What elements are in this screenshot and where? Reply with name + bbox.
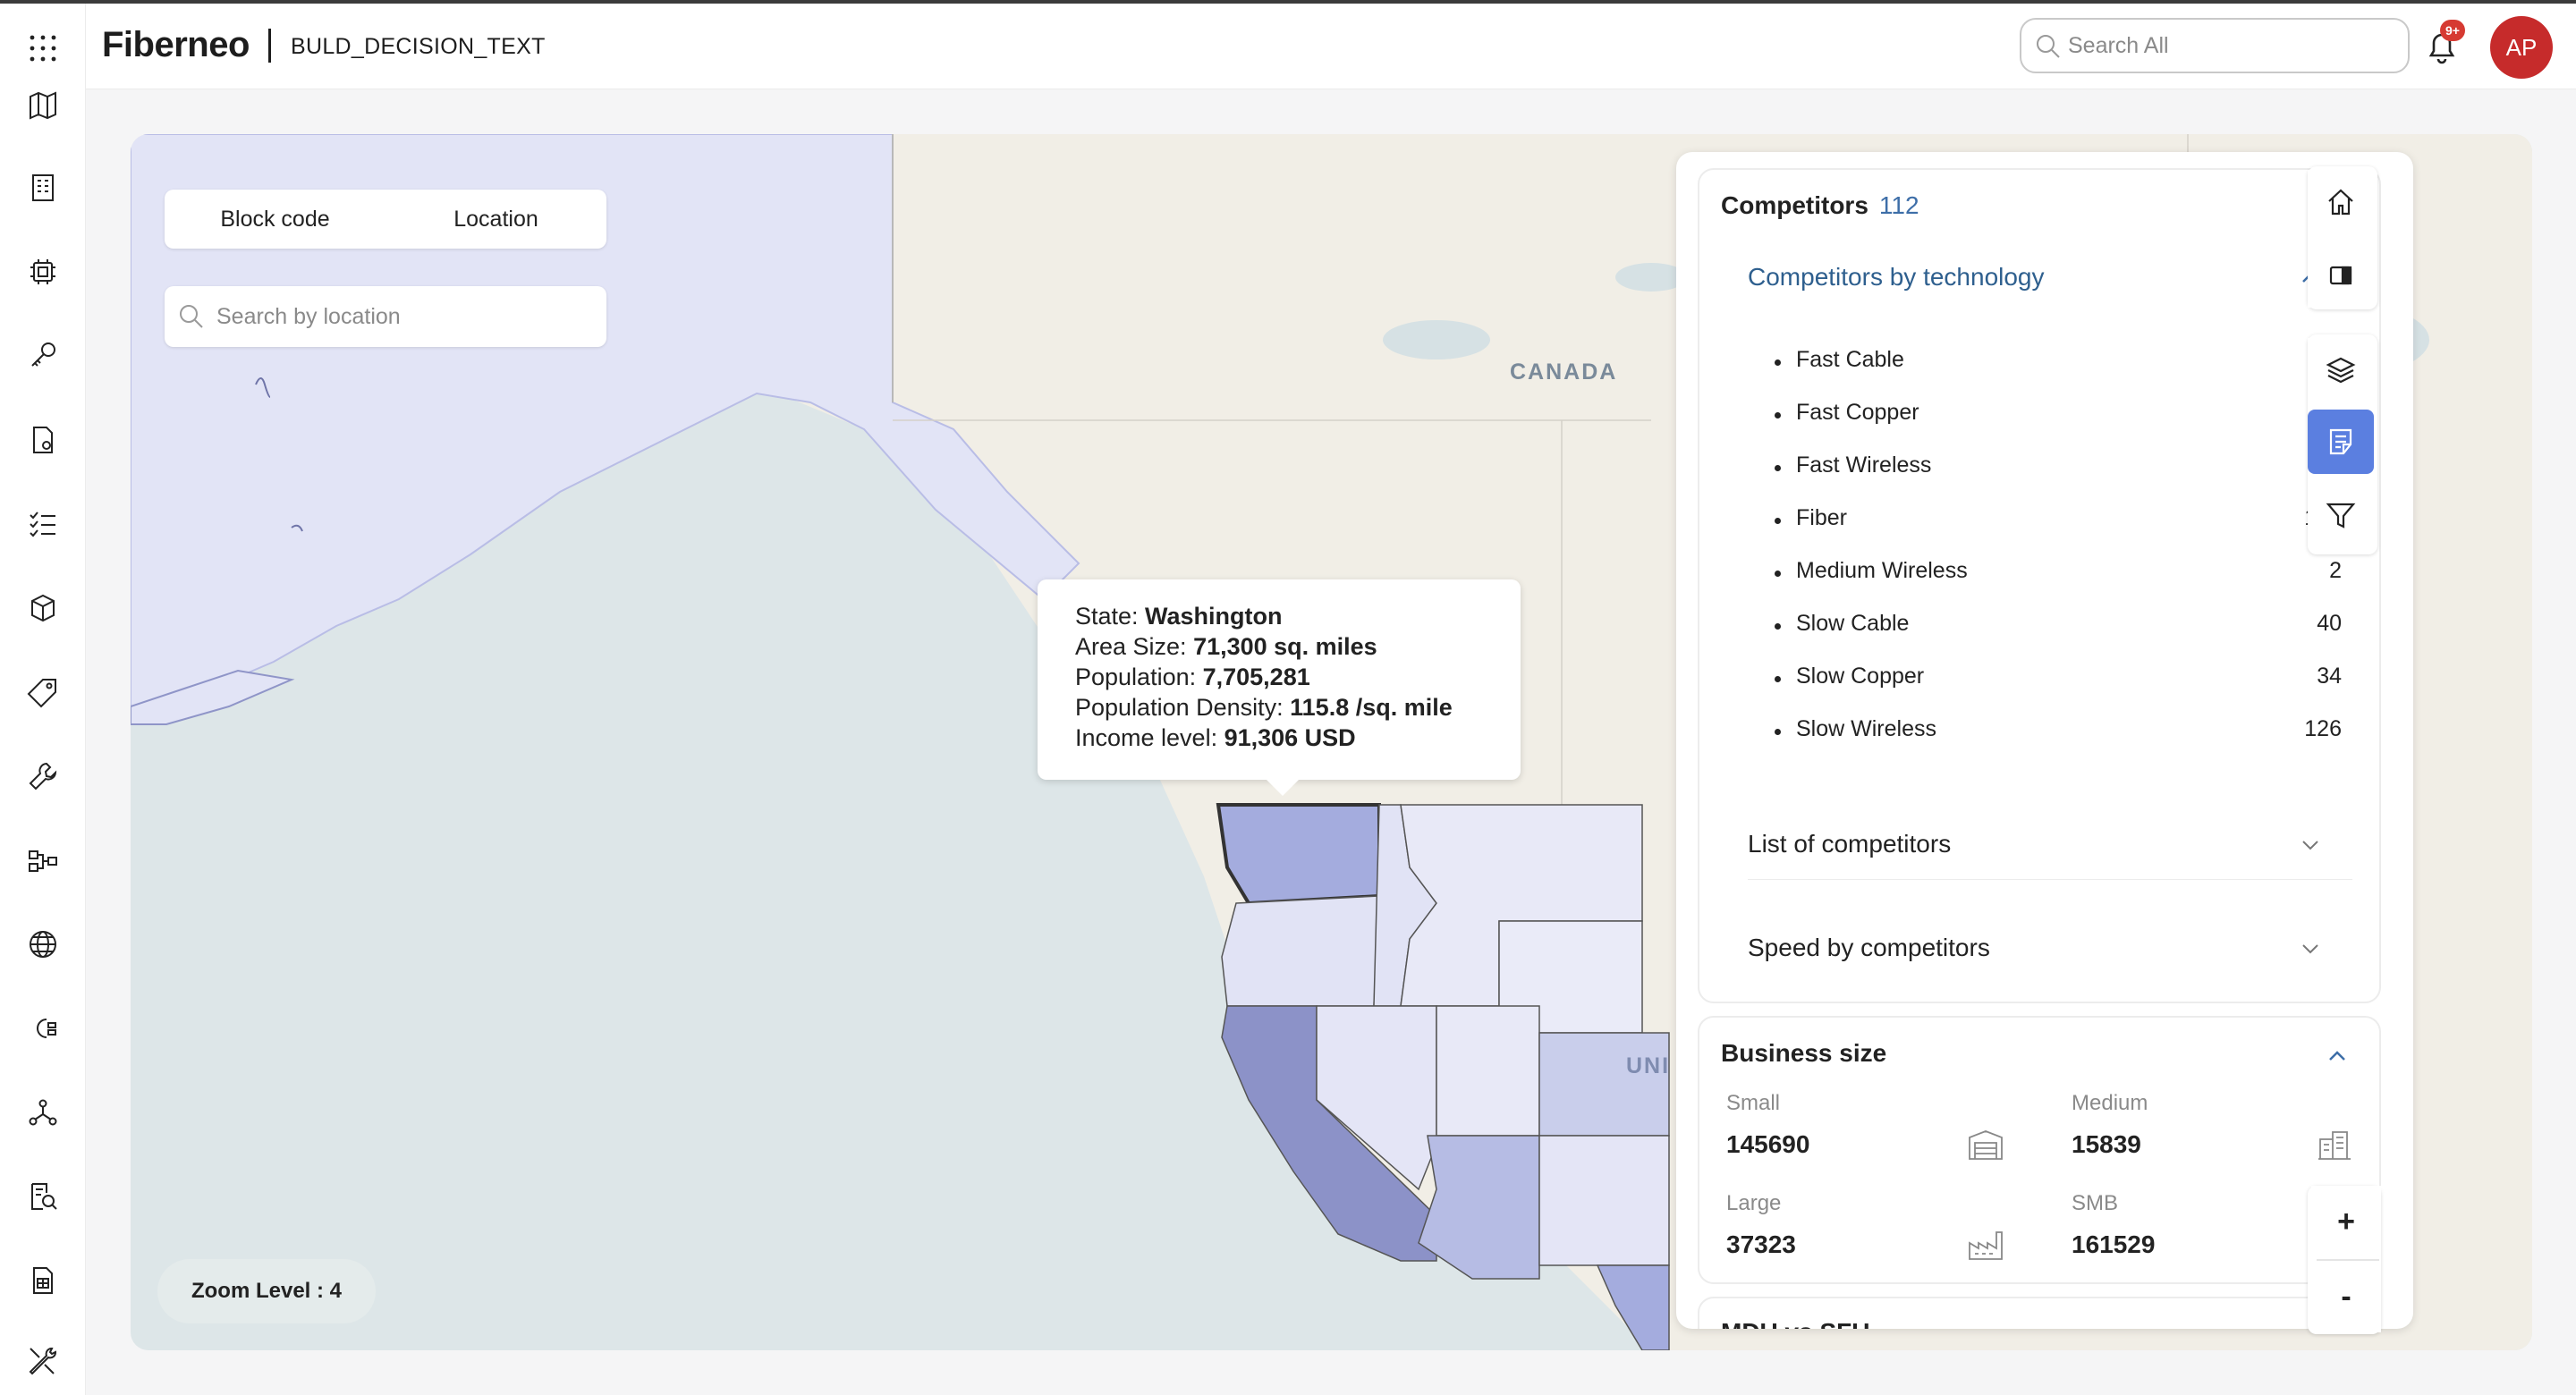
chip-icon[interactable] <box>21 250 64 293</box>
home-icon <box>2328 189 2353 216</box>
list-item: Fiber162 <box>1775 505 2342 541</box>
tooltip-density: Population Density: 115.8 /sq. mile <box>1075 694 1453 721</box>
tooltip-state: State: Washington <box>1075 603 1283 630</box>
list-item: Fast Wireless2 <box>1775 452 2342 488</box>
mdu-vs-sfu-card: MDU vs SFU <box>1698 1297 2381 1329</box>
list-item: Slow Copper 34 <box>1775 664 2342 699</box>
business-size-title[interactable]: Business size <box>1721 1039 1886 1068</box>
report-icon <box>2329 428 2352 455</box>
search-icon <box>2037 35 2060 58</box>
app-brand[interactable]: Fiberneo <box>102 25 250 65</box>
chevron-down-icon[interactable] <box>2299 833 2322 857</box>
key-icon[interactable] <box>21 334 64 377</box>
map-canvas[interactable]: Block code Location Search by location C… <box>131 134 2532 1350</box>
tag-icon[interactable] <box>21 671 64 714</box>
insights-panel: Competitors 112 Competitors by technology… <box>1676 152 2413 1329</box>
search-icon <box>180 305 203 328</box>
business-size-card: Business size Small 145690 Medium 15839 … <box>1698 1016 2381 1284</box>
map-label-united: UNI <box>1626 1053 1671 1078</box>
competitors-count: 112 <box>1878 191 1919 219</box>
global-search-input[interactable]: Search All <box>2020 18 2410 73</box>
location-search-input[interactable]: Search by location <box>165 286 606 347</box>
integration-icon[interactable] <box>21 1007 64 1050</box>
global-search-placeholder: Search All <box>2068 32 2169 58</box>
brand-separator <box>268 29 271 63</box>
competitors-card: Competitors 112 Competitors by technology… <box>1698 168 2381 1003</box>
map-icon[interactable] <box>21 84 64 127</box>
globe-icon[interactable] <box>21 923 64 966</box>
list-item: Slow Wireless 126 <box>1775 716 2342 752</box>
top-header: Fiberneo BULD_DECISION_TEXT Search All 9… <box>86 4 2576 89</box>
sidebar <box>0 4 86 1395</box>
user-avatar[interactable]: AP <box>2490 16 2553 79</box>
list-of-competitors-accordion[interactable]: List of competitors <box>1748 808 2352 880</box>
speed-by-competitors-accordion[interactable]: Speed by competitors <box>1748 912 2352 984</box>
tooltip-area: Area Size: 71,300 sq. miles <box>1075 633 1377 660</box>
report-button[interactable] <box>2308 410 2374 474</box>
buildings-icon <box>2317 1129 2352 1161</box>
building-icon[interactable] <box>21 166 64 209</box>
competitors-title[interactable]: Competitors 112 <box>1721 191 1919 220</box>
tools-icon[interactable] <box>21 1340 64 1382</box>
business-medium-label: Medium <box>2072 1091 2148 1115</box>
chevron-up-icon[interactable] <box>2326 1044 2349 1068</box>
search-mode-tabs: Block code Location <box>165 190 606 249</box>
list-item: Fast Copper12 <box>1775 400 2342 435</box>
business-small-value: 145690 <box>1726 1130 1810 1158</box>
panel-toggle-button[interactable] <box>2308 243 2374 308</box>
inventory-icon[interactable] <box>21 587 64 630</box>
chevron-down-icon[interactable] <box>2299 937 2322 960</box>
warehouse-icon <box>1968 1129 2004 1161</box>
tab-location[interactable]: Location <box>386 190 606 249</box>
network-icon[interactable] <box>21 1091 64 1134</box>
filter-icon <box>2326 503 2356 528</box>
notification-badge: 9+ <box>2440 20 2465 41</box>
list-item: Medium Wireless 2 <box>1775 558 2342 594</box>
competitors-by-technology-title[interactable]: Competitors by technology <box>1748 263 2045 292</box>
apps-grid-icon[interactable] <box>21 27 64 70</box>
document-settings-icon[interactable] <box>21 418 64 461</box>
tooltip-population: Population: 7,705,281 <box>1075 664 1310 690</box>
tab-block-code[interactable]: Block code <box>165 190 386 249</box>
business-smb-label: SMB <box>2072 1191 2119 1215</box>
layers-button[interactable] <box>2308 338 2374 402</box>
business-small-label: Small <box>1726 1091 1781 1115</box>
zoom-level-indicator: Zoom Level : 4 <box>157 1259 376 1323</box>
business-large-label: Large <box>1726 1191 1782 1215</box>
business-smb-value: 161529 <box>2072 1230 2156 1258</box>
zoom-in-button[interactable]: + <box>2311 1186 2381 1257</box>
layers-icon <box>2326 357 2356 384</box>
business-large-value: 37323 <box>1726 1230 1796 1258</box>
business-medium-value: 15839 <box>2072 1130 2141 1158</box>
project-name: BULD_DECISION_TEXT <box>291 34 546 59</box>
list-item: Slow Cable 40 <box>1775 611 2342 647</box>
panel-toggle-icon <box>2329 266 2352 285</box>
tooltip-income: Income level: 91,306 USD <box>1075 724 1356 751</box>
checklist-icon[interactable] <box>21 503 64 545</box>
state-info-tooltip: State: Washington Area Size: 71,300 sq. … <box>1038 579 1521 796</box>
mdu-vs-sfu-title[interactable]: MDU vs SFU <box>1721 1318 1869 1329</box>
location-search-placeholder: Search by location <box>216 303 401 329</box>
home-button[interactable] <box>2308 170 2374 234</box>
zoom-out-button[interactable]: - <box>2311 1261 2381 1332</box>
factory-icon <box>1968 1229 2004 1261</box>
filter-button[interactable] <box>2308 483 2374 547</box>
workflow-icon[interactable] <box>21 839 64 882</box>
wrench-icon[interactable] <box>21 755 64 798</box>
map-label-canada: CANADA <box>1510 359 1618 385</box>
report-search-icon[interactable] <box>21 1175 64 1218</box>
spreadsheet-icon[interactable] <box>21 1259 64 1302</box>
list-item: Fast Cable6 <box>1775 347 2342 383</box>
